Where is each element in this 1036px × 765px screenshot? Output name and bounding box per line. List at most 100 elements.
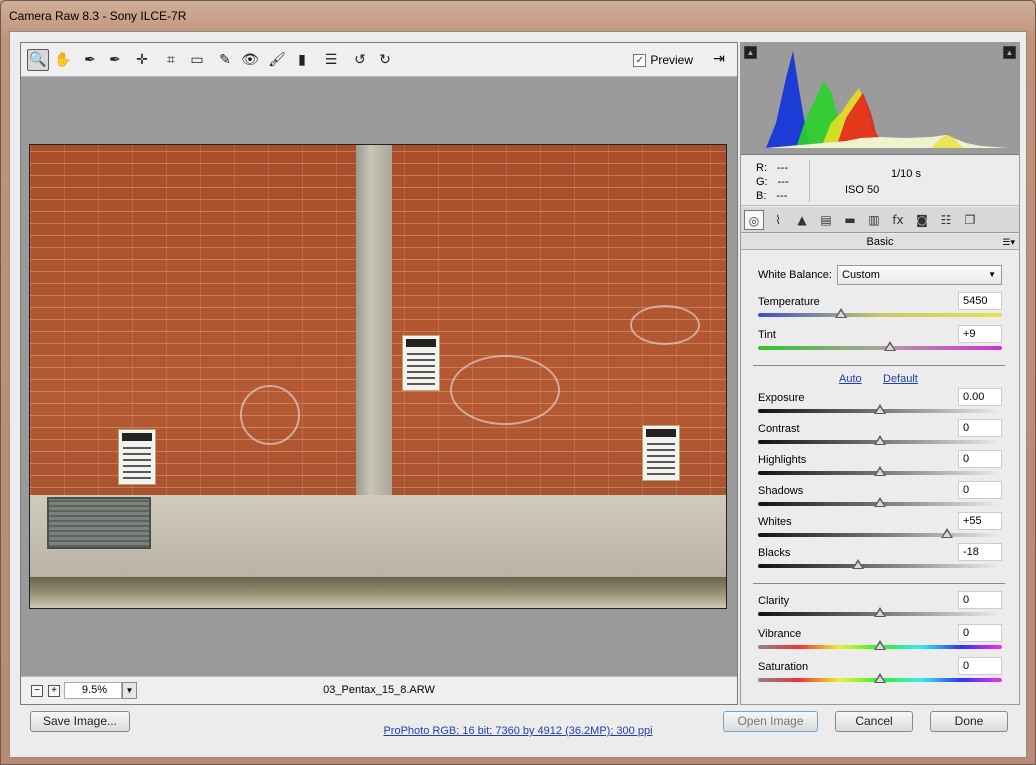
camera-calibration-tab-icon[interactable]: ◙ (912, 210, 932, 230)
clarity-label: Clarity (758, 595, 790, 607)
blacks-slider-row: Blacks -18 (758, 543, 1002, 577)
vibrance-slider-thumb[interactable] (874, 640, 886, 650)
done-button[interactable]: Done (930, 711, 1008, 732)
panel-tabs: ◎ ⌇ ▲ ▤ ▬ ▥ fx ◙ ☷ ❐ (741, 207, 1019, 233)
contrast-label: Contrast (758, 423, 800, 435)
graffiti-mark (240, 385, 300, 445)
tint-slider-thumb[interactable] (883, 341, 896, 351)
targeted-adjustment-tool-icon[interactable]: ✛ (131, 49, 153, 71)
highlights-label: Highlights (758, 454, 807, 466)
preview-toggle[interactable]: ✓ Preview (633, 53, 693, 67)
auto-link[interactable]: Auto (839, 373, 862, 385)
window-title: Camera Raw 8.3 - Sony ILCE-7R (9, 9, 187, 23)
crop-tool-icon[interactable]: ⌗ (160, 49, 182, 71)
temperature-value-field[interactable]: 5450 (958, 292, 1002, 310)
spot-removal-tool-icon[interactable]: ✎ (214, 49, 236, 71)
clarity-slider-row: Clarity 0 (758, 591, 1002, 625)
whites-slider-track[interactable] (758, 533, 1002, 537)
r-label: R: (756, 162, 767, 174)
r-value: --- (777, 162, 788, 174)
basic-tab-icon[interactable]: ◎ (744, 210, 764, 230)
readout-divider (809, 160, 810, 202)
contrast-slider-thumb[interactable] (874, 435, 886, 445)
default-link[interactable]: Default (883, 373, 918, 385)
highlights-slider-row: Highlights 0 (758, 450, 1002, 484)
test-chart (642, 425, 680, 481)
preview-label: Preview (650, 53, 693, 67)
contrast-value-field[interactable]: 0 (958, 419, 1002, 437)
straighten-tool-icon[interactable]: ▭ (186, 49, 208, 71)
split-toning-tab-icon[interactable]: ▬ (840, 210, 860, 230)
saturation-label: Saturation (758, 661, 809, 673)
histogram: ▲ ▲ (741, 43, 1019, 155)
color-sampler-tool-icon[interactable]: ✒ (104, 49, 126, 71)
red-eye-removal-icon[interactable]: 👁 (239, 49, 261, 71)
iso-value: ISO 50 (845, 184, 880, 196)
rotate-right-icon[interactable]: ↻ (374, 49, 396, 71)
whites-slider-row: Whites +55 (758, 512, 1002, 546)
contrast-slider-row: Contrast 0 (758, 419, 1002, 453)
blacks-slider-track[interactable] (758, 564, 1002, 568)
adjustment-brush-icon[interactable]: 🖌 (266, 49, 288, 71)
saturation-value-field[interactable]: 0 (958, 657, 1002, 675)
workflow-options-text[interactable]: ProPhoto RGB; 16 bit; 7360 by 4912 (36.2… (383, 725, 652, 737)
blacks-value-field[interactable]: -18 (958, 543, 1002, 561)
radial-filter-icon[interactable]: ☰ (320, 49, 342, 71)
tint-slider-track[interactable] (758, 346, 1002, 350)
cancel-button[interactable]: Cancel (835, 711, 913, 732)
presets-tab-icon[interactable]: ☷ (936, 210, 956, 230)
shadows-slider-thumb[interactable] (874, 497, 886, 507)
image-area: 🔍 ✋ ✒ ✒ ✛ ⌗ ▭ ✎ 👁 🖌 ▮ ☰ ↺ ↻ ✓ Preview ⇥ (20, 42, 738, 705)
tint-value-field[interactable]: +9 (958, 325, 1002, 343)
white-balance-select[interactable]: Custom ▼ (837, 265, 1002, 285)
exposure-slider-thumb[interactable] (874, 404, 886, 414)
tint-slider-row: Tint +9 (758, 325, 1002, 359)
vibrance-value-field[interactable]: 0 (958, 624, 1002, 642)
detail-tab-icon[interactable]: ▲ (792, 210, 812, 230)
temperature-slider-thumb[interactable] (834, 308, 847, 318)
temperature-slider-track[interactable] (758, 313, 1002, 317)
b-label: B: (756, 190, 767, 202)
tone-curve-tab-icon[interactable]: ⌇ (768, 210, 788, 230)
hsl-tab-icon[interactable]: ▤ (816, 210, 836, 230)
saturation-slider-thumb[interactable] (874, 673, 886, 683)
test-chart (402, 335, 440, 391)
chevron-down-icon: ▼ (988, 270, 996, 279)
highlights-value-field[interactable]: 0 (958, 450, 1002, 468)
exposure-slider-row: Exposure 0.00 (758, 388, 1002, 422)
image-preview[interactable] (29, 144, 727, 609)
dialog-body: 🔍 ✋ ✒ ✒ ✛ ⌗ ▭ ✎ 👁 🖌 ▮ ☰ ↺ ↻ ✓ Preview ⇥ (9, 31, 1027, 758)
snapshots-tab-icon[interactable]: ❐ (960, 210, 980, 230)
adjustments-panel: ▲ ▲ R: --- G: --- B: --- 1/10 s ISO 50 ◎… (740, 42, 1020, 705)
whites-value-field[interactable]: +55 (958, 512, 1002, 530)
open-image-button[interactable]: Open Image (723, 711, 818, 732)
tint-label: Tint (758, 329, 776, 341)
highlights-slider-thumb[interactable] (874, 466, 886, 476)
panel-menu-icon[interactable]: ☰▾ (1002, 234, 1015, 250)
filename-label: 03_Pentax_15_8.ARW (323, 684, 435, 696)
clarity-value-field[interactable]: 0 (958, 591, 1002, 609)
section-divider (753, 365, 1005, 366)
shadows-value-field[interactable]: 0 (958, 481, 1002, 499)
exposure-value-field[interactable]: 0.00 (958, 388, 1002, 406)
lens-corrections-tab-icon[interactable]: ▥ (864, 210, 884, 230)
rotate-left-icon[interactable]: ↺ (349, 49, 371, 71)
b-value: --- (776, 190, 788, 202)
histogram-graph (766, 51, 1009, 148)
blacks-slider-thumb[interactable] (852, 559, 865, 569)
hand-tool-icon[interactable]: ✋ (52, 49, 74, 71)
section-divider (753, 583, 1005, 584)
zoom-tool-icon[interactable]: 🔍 (27, 49, 49, 71)
effects-tab-icon[interactable]: fx (888, 210, 908, 230)
full-screen-icon[interactable]: ⇥ (709, 50, 729, 70)
white-balance-tool-icon[interactable]: ✒ (79, 49, 101, 71)
preview-checkbox[interactable]: ✓ (633, 53, 647, 67)
title-bar: Camera Raw 8.3 - Sony ILCE-7R (1, 1, 1035, 31)
shadows-slider-row: Shadows 0 (758, 481, 1002, 515)
clarity-slider-thumb[interactable] (874, 607, 886, 617)
exposure-label: Exposure (758, 392, 805, 404)
g-value: --- (777, 176, 789, 188)
graduated-filter-icon[interactable]: ▮ (291, 49, 313, 71)
vibrance-slider-row: Vibrance 0 (758, 624, 1002, 658)
whites-slider-thumb[interactable] (941, 528, 954, 538)
